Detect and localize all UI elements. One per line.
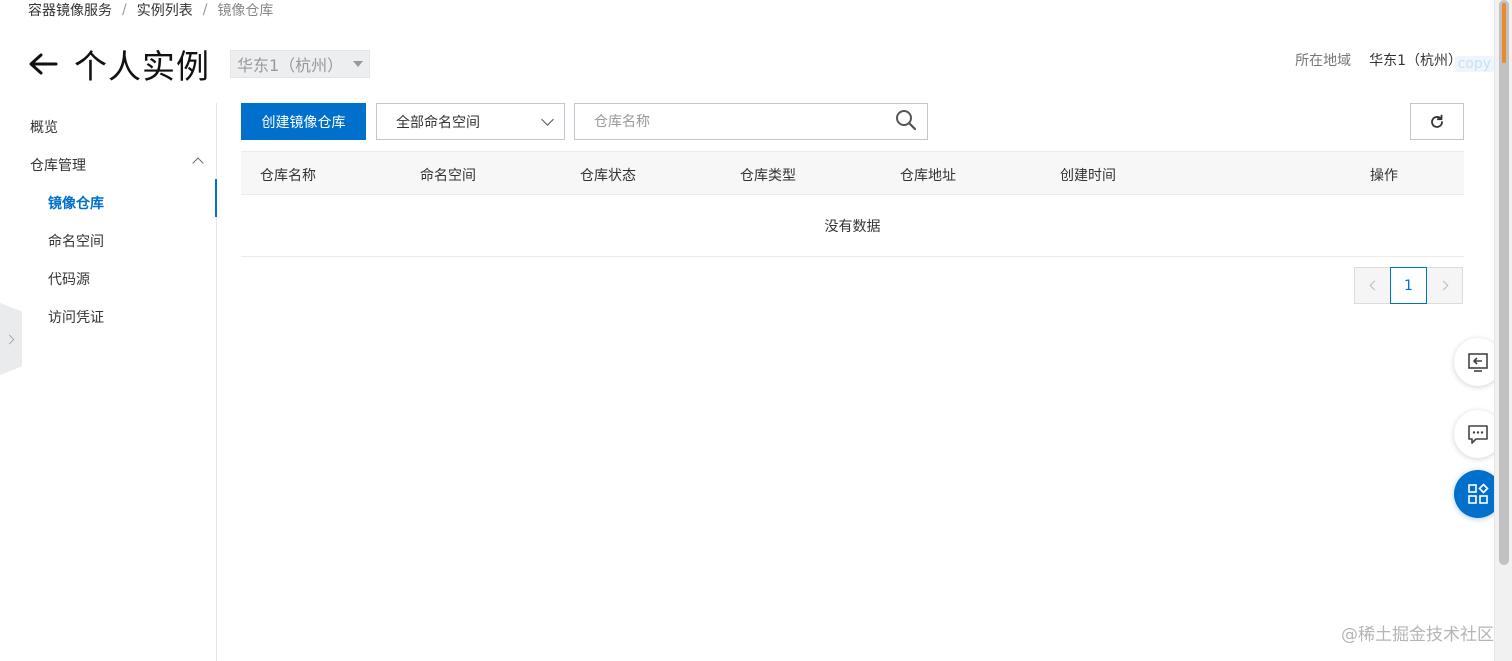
breadcrumb-item[interactable]: 实例列表 [137, 0, 193, 20]
table-header: 仓库名称 命名空间 仓库状态 仓库类型 仓库地址 创建时间 操作 [241, 151, 1464, 195]
search-input[interactable] [594, 113, 895, 130]
region-label: 所在地域 [1295, 53, 1352, 69]
breadcrumb-separator: / [202, 2, 208, 18]
region-select-value: 华东1（杭州） [237, 56, 344, 75]
region-value: 华东1（杭州） [1369, 53, 1462, 69]
watermark: @稀土掘金技术社区 [1341, 625, 1494, 645]
prev-page-button[interactable] [1354, 267, 1391, 304]
chevron-right-icon [1438, 280, 1448, 291]
region-select[interactable]: 华东1（杭州） [230, 50, 370, 78]
breadcrumb-separator: / [122, 2, 127, 18]
column-header: 命名空间 [420, 168, 476, 184]
sidebar: 概览 仓库管理 镜像仓库 命名空间 代码源 访问凭证 [0, 103, 217, 661]
next-page-button[interactable] [1426, 267, 1463, 304]
column-header: 操作 [1370, 168, 1398, 184]
column-header: 创建时间 [1060, 168, 1116, 184]
sidebar-item-namespace[interactable]: 命名空间 [48, 231, 104, 251]
sidebar-item-code-source[interactable]: 代码源 [48, 269, 90, 289]
page-number-button[interactable]: 1 [1390, 267, 1427, 304]
pagination: 1 [1354, 267, 1463, 304]
column-header: 仓库名称 [260, 168, 316, 184]
arrow-left-icon[interactable] [28, 49, 58, 79]
empty-state: 没有数据 [241, 195, 1464, 257]
breadcrumb-current: 镜像仓库 [217, 3, 274, 19]
sidebar-group-repo-mgmt[interactable]: 仓库管理 [30, 155, 86, 175]
chevron-left-icon [1369, 280, 1379, 291]
breadcrumb-item[interactable]: 容器镜像服务 [28, 0, 112, 20]
caret-down-icon [353, 61, 363, 67]
sidebar-item-overview[interactable]: 概览 [30, 117, 58, 137]
namespace-select-value: 全部命名空间 [396, 114, 480, 131]
column-header: 仓库类型 [740, 168, 796, 184]
repo-table: 仓库名称 命名空间 仓库状态 仓库类型 仓库地址 创建时间 操作 没有数据 [241, 151, 1464, 257]
column-header: 仓库状态 [580, 168, 636, 184]
apps-icon [1468, 483, 1489, 504]
chat-icon [1468, 425, 1488, 444]
scrollbar-marker [1502, 3, 1506, 63]
search-box [574, 103, 928, 140]
chevron-up-icon[interactable] [192, 157, 204, 169]
chevron-down-icon [541, 112, 554, 126]
breadcrumb: 容器镜像服务 / 实例列表 / 镜像仓库 [28, 0, 273, 20]
page-scrollbar[interactable] [1494, 0, 1512, 661]
column-header: 仓库地址 [900, 168, 956, 184]
sidebar-collapse-toggle[interactable] [0, 303, 22, 375]
search-icon[interactable] [895, 109, 917, 135]
scrollbar-thumb[interactable] [1499, 0, 1509, 565]
namespace-select[interactable]: 全部命名空间 [376, 103, 565, 140]
page: 容器镜像服务 / 实例列表 / 镜像仓库 个人实例 华东1（杭州） 所在地域 华… [0, 0, 1512, 661]
feedback-icon [1468, 353, 1488, 372]
sidebar-item-access-credential[interactable]: 访问凭证 [48, 307, 104, 327]
refresh-icon [1431, 114, 1443, 128]
copy-button[interactable]: copy [1454, 56, 1494, 72]
page-header: 个人实例 华东1（杭州） [28, 42, 370, 86]
region-info: 所在地域 华东1（杭州） [1295, 50, 1462, 70]
page-title: 个人实例 [74, 47, 210, 86]
sidebar-item-image-repo[interactable]: 镜像仓库 [48, 193, 104, 213]
create-repo-button[interactable]: 创建镜像仓库 [241, 103, 366, 140]
chevron-right-icon [4, 334, 14, 344]
refresh-button[interactable] [1410, 103, 1464, 140]
active-indicator [215, 179, 217, 217]
